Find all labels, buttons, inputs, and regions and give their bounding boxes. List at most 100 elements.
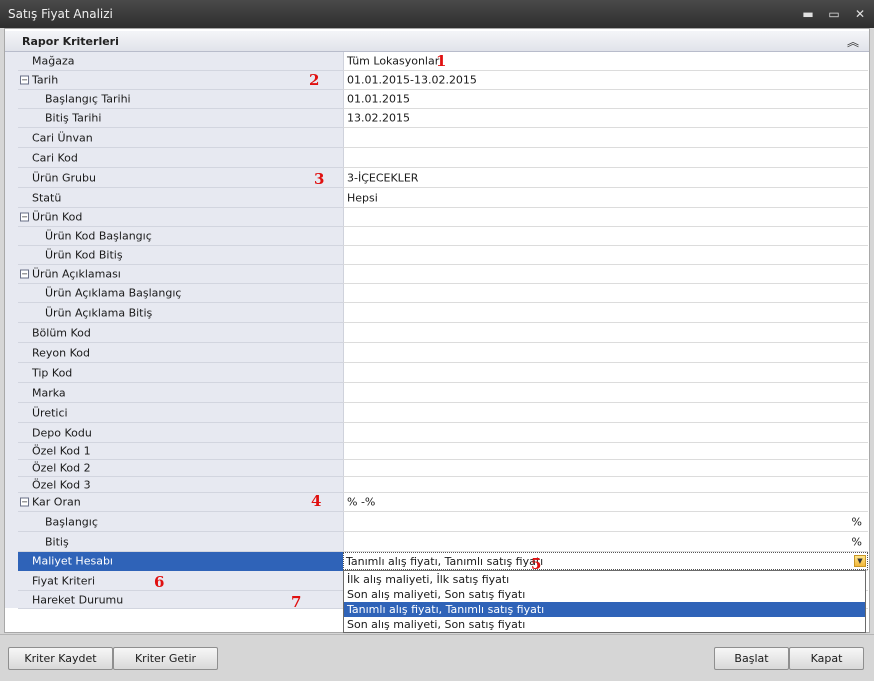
row-label-cell: − Kar Oran: [18, 493, 343, 512]
maximize-button[interactable]: ▭: [824, 5, 844, 23]
dropdown-arrow-icon[interactable]: ▼: [854, 555, 866, 567]
row-value-cell[interactable]: [343, 246, 868, 265]
row-value-cell[interactable]: [343, 383, 868, 403]
minimize-button[interactable]: ▬: [798, 5, 818, 23]
dropdown-option[interactable]: İlk alış maliyeti, İlk satış fiyatı: [344, 572, 865, 587]
row-value-cell[interactable]: [343, 423, 868, 443]
row-value-cell[interactable]: % -%: [343, 493, 868, 512]
row-value-cell[interactable]: [343, 208, 868, 227]
close-button[interactable]: Kapat: [789, 647, 864, 670]
collapse-icon[interactable]: ︽: [847, 33, 859, 50]
row-value-cell[interactable]: [343, 303, 868, 323]
close-window-button[interactable]: ✕: [850, 5, 870, 23]
row-value-cell[interactable]: %: [343, 512, 868, 532]
row-label: Ürün Kod Başlangıç: [45, 229, 152, 243]
row-label-cell: Maliyet Hesabı: [18, 552, 343, 571]
row-kar-bitis[interactable]: Bitiş %: [18, 532, 868, 552]
annotation-marker-7: 7: [291, 593, 302, 611]
row-value-cell[interactable]: Hepsi: [343, 188, 868, 208]
collapse-toggle-icon[interactable]: −: [20, 269, 29, 279]
row-marka[interactable]: Marka: [18, 383, 868, 403]
maliyet-hesabi-combobox[interactable]: Tanımlı alış fiyatı, Tanımlı satış fiyat…: [343, 552, 868, 570]
row-cari-kod[interactable]: Cari Kod: [18, 148, 868, 168]
row-kar-baslangic[interactable]: Başlangıç %: [18, 512, 868, 532]
row-value-cell[interactable]: [343, 284, 868, 303]
row-label: Ürün Açıklama Başlangıç: [45, 286, 182, 300]
row-label-cell: − Ürün Açıklaması: [18, 265, 343, 284]
row-value-cell[interactable]: Tüm Lokasyonlar: [343, 52, 868, 71]
row-tip-kod[interactable]: Tip Kod: [18, 363, 868, 383]
percent-suffix: %: [851, 535, 862, 548]
row-tarih[interactable]: − Tarih 01.01.2015-13.02.2015: [18, 71, 868, 90]
collapse-toggle-icon[interactable]: −: [20, 497, 29, 507]
row-label: Özel Kod 3: [32, 478, 91, 491]
dropdown-option-selected[interactable]: Tanımlı alış fiyatı, Tanımlı satış fiyat…: [344, 602, 865, 617]
row-baslangic-tarihi[interactable]: Başlangıç Tarihi 01.01.2015: [18, 90, 868, 109]
row-value-cell[interactable]: 01.01.2015: [343, 90, 868, 109]
row-value-cell[interactable]: 01.01.2015-13.02.2015: [343, 71, 868, 90]
row-urun-grubu[interactable]: Ürün Grubu 3-İÇECEKLER: [18, 168, 868, 188]
row-ozel-kod-1[interactable]: Özel Kod 1: [18, 443, 868, 460]
row-urun-kod[interactable]: − Ürün Kod: [18, 208, 868, 227]
row-value: 3-İÇECEKLER: [347, 171, 419, 184]
row-label: Bölüm Kod: [32, 326, 91, 339]
row-label: Ürün Kod Bitiş: [45, 248, 123, 262]
row-value-cell[interactable]: [343, 227, 868, 246]
row-value-cell[interactable]: 3-İÇECEKLER: [343, 168, 868, 188]
row-label-cell: Ürün Açıklama Bitiş: [18, 303, 343, 323]
row-value-cell[interactable]: 13.02.2015: [343, 109, 868, 128]
row-value-cell[interactable]: [343, 128, 868, 148]
row-value: 01.01.2015: [347, 92, 410, 106]
row-kar-oran[interactable]: − Kar Oran % -%: [18, 493, 868, 512]
row-urun-aciklama-bitis[interactable]: Ürün Açıklama Bitiş: [18, 303, 868, 323]
row-label-cell: Bitiş Tarihi: [18, 109, 343, 128]
row-label-cell: Depo Kodu: [18, 423, 343, 443]
row-value-cell[interactable]: [343, 343, 868, 363]
row-value-cell[interactable]: [343, 363, 868, 383]
row-label: Ürün Kod: [32, 210, 83, 224]
row-value-cell[interactable]: [343, 460, 868, 477]
row-label-cell: Özel Kod 2: [18, 460, 343, 477]
row-label: Kar Oran: [32, 495, 81, 509]
row-value-cell[interactable]: [343, 265, 868, 284]
row-label: Özel Kod 1: [32, 444, 91, 458]
row-value-cell[interactable]: [343, 148, 868, 168]
row-bolum-kod[interactable]: Bölüm Kod: [18, 323, 868, 343]
start-button[interactable]: Başlat: [714, 647, 789, 670]
load-criteria-button[interactable]: Kriter Getir: [113, 647, 218, 670]
dropdown-option[interactable]: Son alış maliyeti, Son satış fiyatı: [344, 617, 865, 632]
row-label: Üretici: [32, 406, 68, 419]
annotation-marker-1: 1: [436, 52, 447, 70]
row-depo-kodu[interactable]: Depo Kodu: [18, 423, 868, 443]
row-label-cell: Statü: [18, 188, 343, 208]
row-value-cell[interactable]: [343, 477, 868, 493]
row-value-cell[interactable]: %: [343, 532, 868, 552]
row-urun-aciklama-baslangic[interactable]: Ürün Açıklama Başlangıç: [18, 284, 868, 303]
row-label: Cari Kod: [32, 151, 78, 164]
row-label: Mağaza: [32, 54, 75, 68]
row-value-cell[interactable]: [343, 443, 868, 460]
save-criteria-button[interactable]: Kriter Kaydet: [8, 647, 113, 670]
row-urun-kod-bitis[interactable]: Ürün Kod Bitiş: [18, 246, 868, 265]
criteria-panel-header[interactable]: Rapor Kriterleri ︽: [5, 31, 869, 52]
row-label: Ürün Grubu: [32, 171, 96, 184]
dropdown-option[interactable]: Son alış maliyeti, Son satış fiyatı: [344, 587, 865, 602]
row-value: % -%: [347, 495, 376, 509]
collapse-toggle-icon[interactable]: −: [20, 75, 29, 85]
row-uretici[interactable]: Üretici: [18, 403, 868, 423]
row-value: Hepsi: [347, 191, 378, 204]
row-cari-unvan[interactable]: Cari Ünvan: [18, 128, 868, 148]
row-bitis-tarihi[interactable]: Bitiş Tarihi 13.02.2015: [18, 109, 868, 128]
row-label-cell: Ürün Kod Bitiş: [18, 246, 343, 265]
annotation-marker-6: 6: [154, 573, 165, 591]
row-urun-aciklamasi[interactable]: − Ürün Açıklaması: [18, 265, 868, 284]
row-value-cell[interactable]: [343, 403, 868, 423]
row-urun-kod-baslangic[interactable]: Ürün Kod Başlangıç: [18, 227, 868, 246]
row-label: Ürün Açıklaması: [32, 267, 121, 281]
row-statu[interactable]: Statü Hepsi: [18, 188, 868, 208]
row-ozel-kod-3[interactable]: Özel Kod 3: [18, 477, 868, 493]
row-reyon-kod[interactable]: Reyon Kod: [18, 343, 868, 363]
collapse-toggle-icon[interactable]: −: [20, 212, 29, 222]
row-ozel-kod-2[interactable]: Özel Kod 2: [18, 460, 868, 477]
row-value-cell[interactable]: [343, 323, 868, 343]
